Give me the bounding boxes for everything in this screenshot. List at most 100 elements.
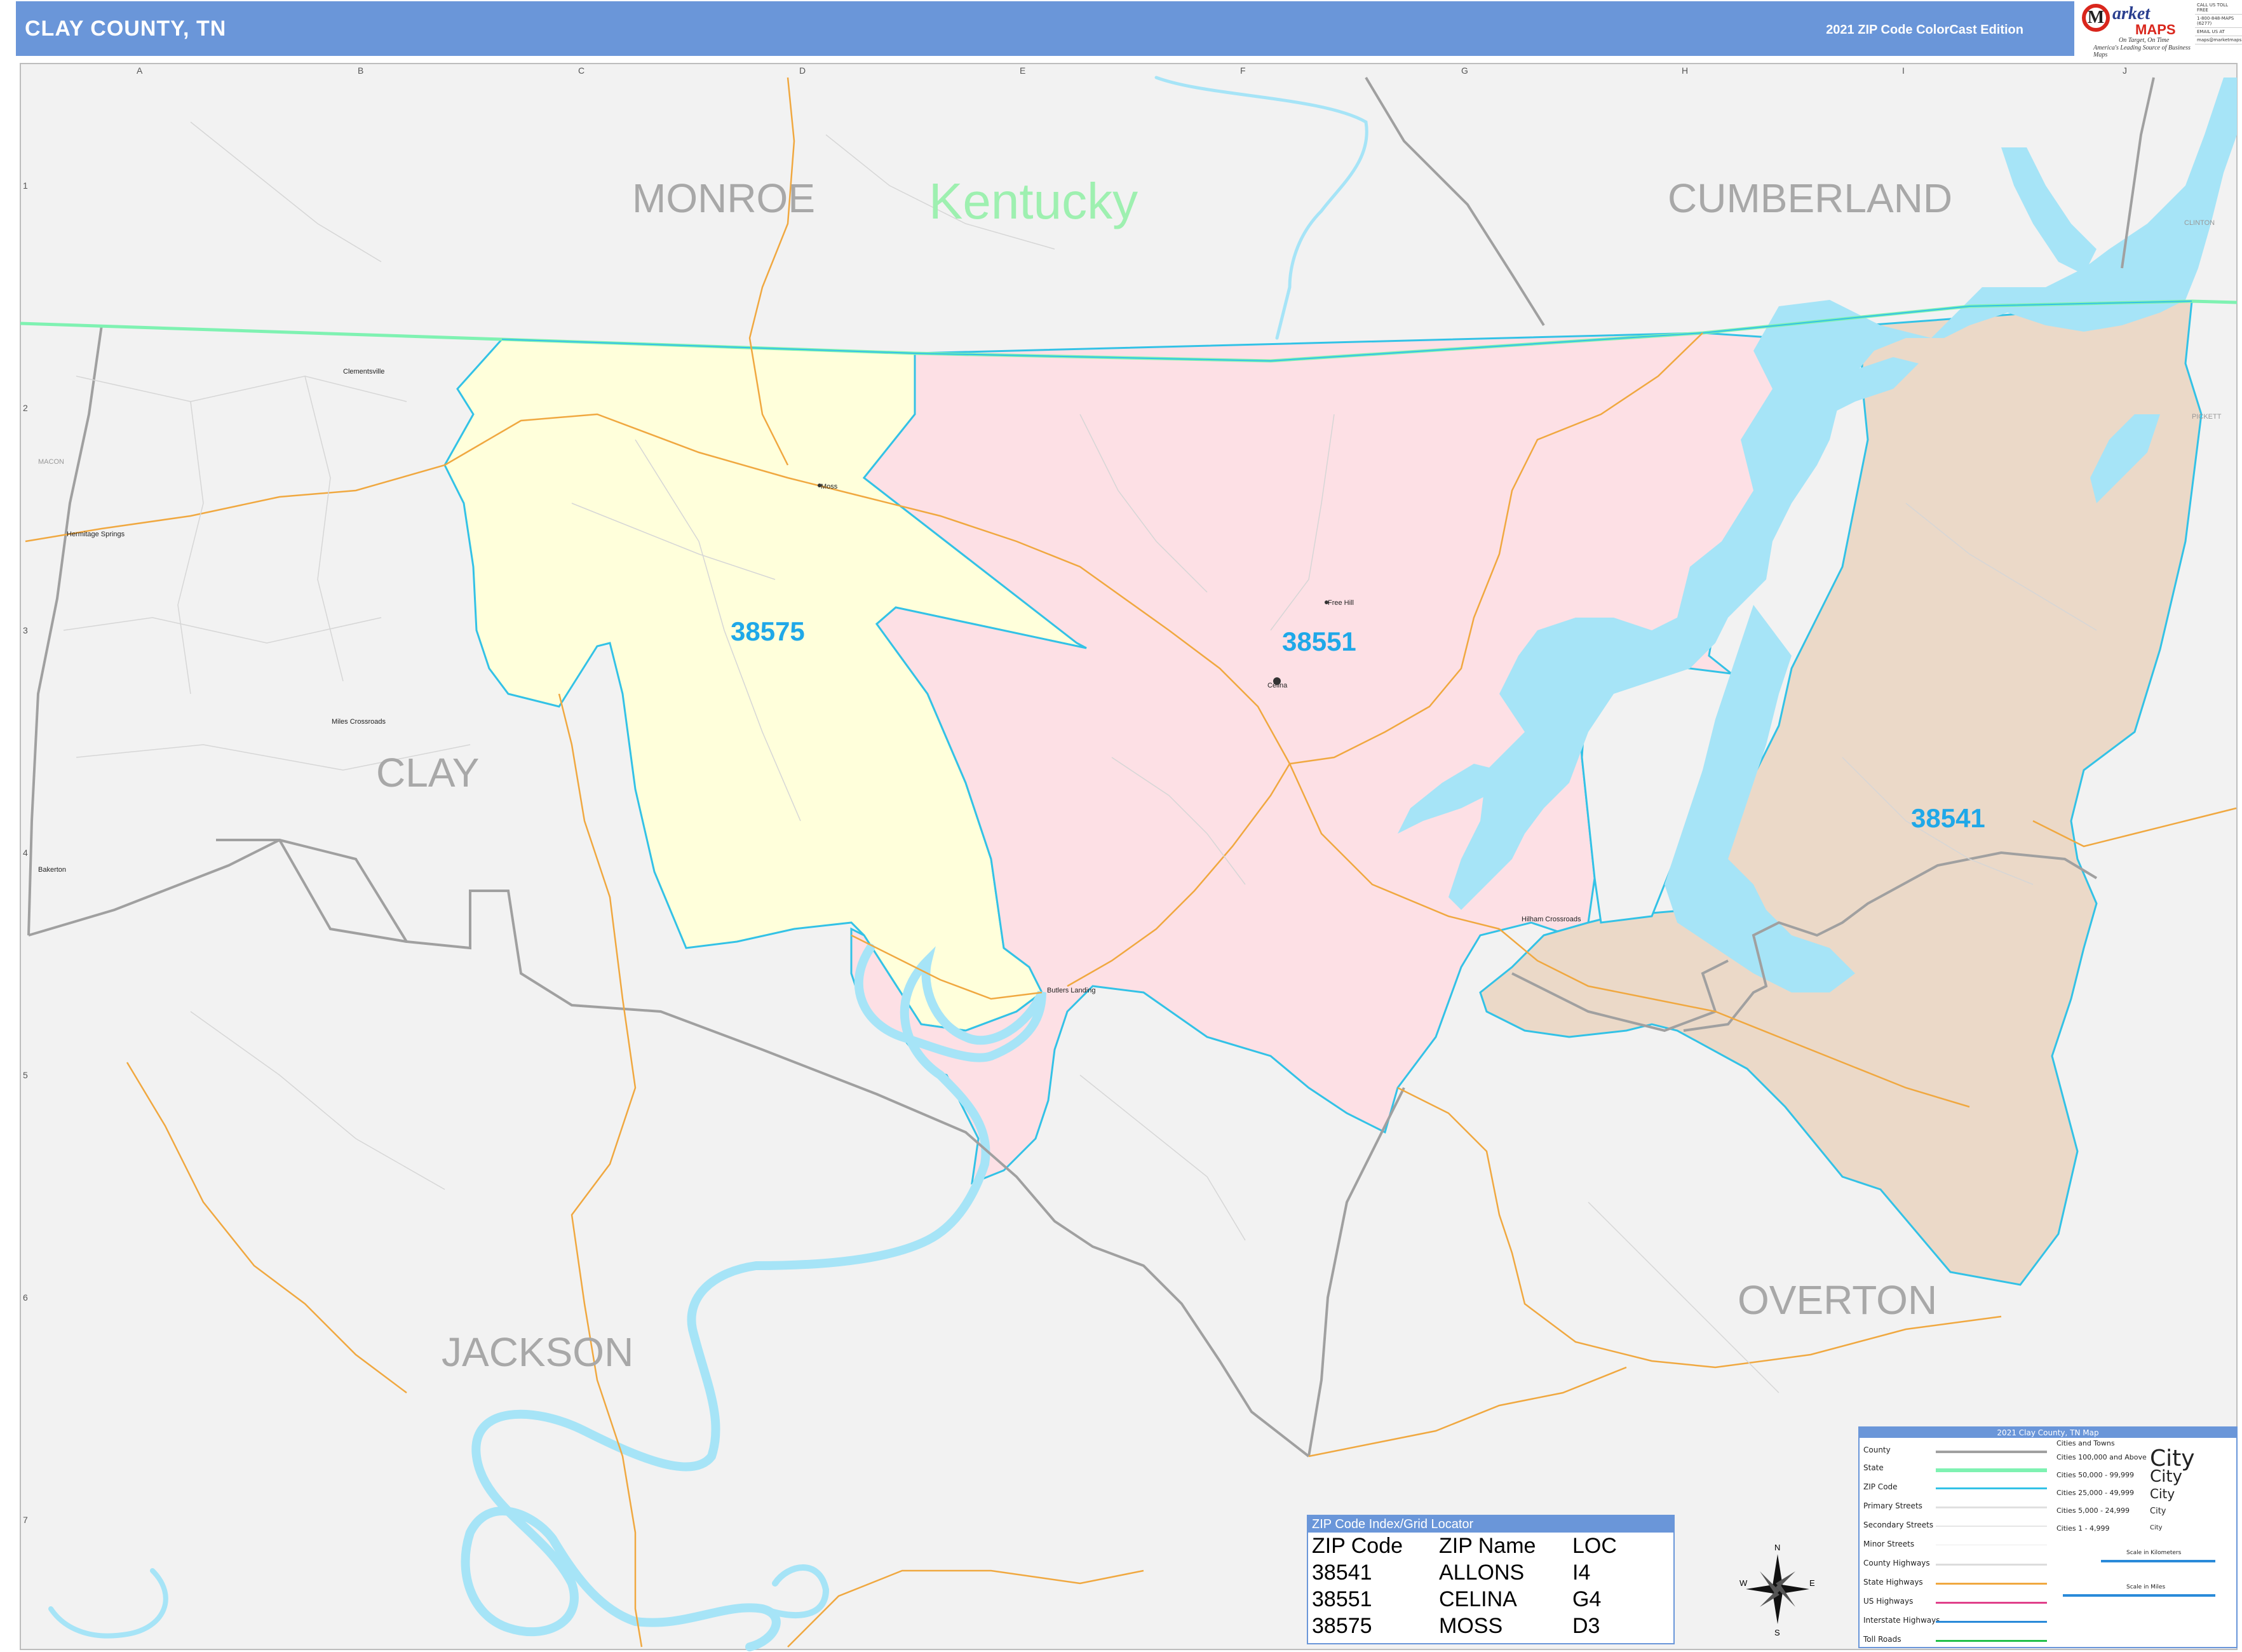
legend-cities-header: Cities and Towns (2056, 1439, 2115, 1447)
grid-row-label: 7 (23, 1515, 28, 1525)
place-label: Bakerton (38, 866, 66, 874)
legend-city-row: Cities 1 - 4,999 (2056, 1524, 2110, 1533)
contact-line: CALL US TOLL FREE (2195, 1, 2242, 15)
grid-row-label: 1 (23, 180, 28, 191)
zip-index-header: LOC (1572, 1533, 1617, 1558)
grid-col-label: F (1240, 65, 1246, 76)
town-dot (1325, 600, 1328, 604)
zip-index-header: ZIP Name (1439, 1533, 1536, 1558)
contact-box: CALL US TOLL FREE 1-800-848-MAPS (6277) … (2195, 1, 2242, 55)
legend-item: State (1863, 1463, 1884, 1472)
grid-row-label: 6 (23, 1292, 28, 1303)
grid-col-label: E (1020, 65, 1025, 76)
map-area[interactable]: A B C D E F G H I J 1 2 3 4 5 6 7 Kentuc… (0, 58, 2242, 1652)
legend-city-row: Cities 5,000 - 24,999 (2056, 1506, 2130, 1515)
legend-swatch-toll (1936, 1640, 2047, 1642)
county-label-cumberland: CUMBERLAND (1668, 175, 1952, 221)
legend-swatch-state (1936, 1468, 2047, 1472)
grid-col-label: B (358, 65, 363, 76)
legend-city-sample: City (2150, 1486, 2175, 1501)
place-label: Hilham Crossroads (1522, 916, 1581, 923)
legend-item: Interstate Highways (1863, 1616, 1940, 1625)
county-label-monroe: MONROE (632, 175, 815, 221)
legend-title: 2021 Clay County, TN Map (1860, 1428, 2236, 1438)
legend-item: Primary Streets (1863, 1501, 1922, 1510)
grid-col-label: C (578, 65, 584, 76)
place-label: Hermitage Springs (67, 531, 125, 538)
place-label: Clementsville (343, 368, 384, 376)
legend-city-sample: City (2150, 1467, 2182, 1486)
county-label-clay: CLAY (376, 750, 479, 796)
grid-row-label: 5 (23, 1070, 28, 1080)
grid-col-label: I (1902, 65, 1905, 76)
legend-swatch-county (1936, 1451, 2047, 1453)
contact-line: 1-800-848-MAPS (6277) (2195, 15, 2242, 28)
compass-e: E (1809, 1578, 1815, 1588)
legend-item: Minor Streets (1863, 1540, 1915, 1548)
legend-item: ZIP Code (1863, 1482, 1898, 1491)
legend-item: County (1863, 1446, 1891, 1454)
grid-col-label: A (137, 65, 143, 76)
legend-scale-mi: Scale in Miles (2126, 1584, 2166, 1590)
state-label-kentucky: Kentucky (929, 173, 1138, 229)
table-row[interactable]: 38541 ALLONS I4 (1312, 1559, 1661, 1586)
zip-label-38575[interactable]: 38575 (731, 616, 805, 646)
grid-col-label: D (799, 65, 806, 76)
grid-col-label: G (1461, 65, 1468, 76)
zip-index-title: ZIP Code Index/Grid Locator (1308, 1516, 1673, 1533)
compass-n: N (1774, 1543, 1780, 1552)
table-row[interactable]: 38551 CELINA G4 (1312, 1586, 1661, 1613)
legend-item: Secondary Streets (1863, 1520, 1934, 1529)
legend-swatch-primary (1936, 1506, 2047, 1508)
grid-row-label: 2 (23, 403, 28, 413)
compass-w: W (1739, 1578, 1748, 1588)
zip-loc-cell: I4 (1572, 1560, 1591, 1585)
table-row[interactable]: 38575 MOSS D3 (1312, 1613, 1661, 1639)
map-canvas[interactable]: A B C D E F G H I J 1 2 3 4 5 6 7 Kentuc… (0, 58, 2242, 1652)
market-maps-logo[interactable]: M arket MAPS On Target, On Time America'… (2074, 1, 2195, 58)
zip-loc-cell: D3 (1572, 1613, 1600, 1638)
place-label: Miles Crossroads (332, 718, 386, 726)
town-dot (818, 484, 821, 487)
legend-city-row: Cities 100,000 and Above (2056, 1453, 2147, 1461)
zip-code-index: ZIP Code Index/Grid Locator ZIP Code ZIP… (1307, 1515, 1675, 1644)
legend-item: County Highways (1863, 1559, 1930, 1567)
legend-item: Toll Roads (1863, 1635, 1901, 1644)
zip-name-cell: MOSS (1439, 1613, 1503, 1638)
grid-row-label: 3 (23, 625, 28, 635)
place-label: Butlers Landing (1047, 987, 1095, 994)
legend-swatch-state-hwy (1936, 1583, 2047, 1585)
zip-loc-cell: G4 (1572, 1587, 1602, 1611)
legend-city-sample: City (2150, 1506, 2166, 1516)
zip-cell: 38551 (1312, 1587, 1372, 1611)
edition-label: 2021 ZIP Code ColorCast Edition (1826, 23, 2023, 37)
zip-name-cell: CELINA (1439, 1587, 1517, 1611)
contact-line: maps@marketmaps.com (2195, 36, 2242, 44)
zip-index-table: ZIP Code ZIP Name LOC 38541 ALLONS I4 38… (1312, 1533, 1661, 1639)
place-label: MACON (38, 458, 64, 466)
grid-col-label: H (1682, 65, 1688, 76)
county-label-jackson: JACKSON (442, 1329, 633, 1375)
zip-cell: 38575 (1312, 1613, 1372, 1638)
logo-name-bottom: MAPS (2135, 22, 2176, 37)
scale-bar-mi (2063, 1594, 2215, 1597)
legend-city-row: Cities 50,000 - 99,999 (2056, 1471, 2135, 1479)
legend-swatch-interstate (1936, 1621, 2047, 1623)
zip-label-38541[interactable]: 38541 (1911, 803, 1985, 833)
zip-label-38551[interactable]: 38551 (1282, 626, 1356, 656)
compass-rose-icon: N S E W (1739, 1541, 1816, 1637)
zip-name-cell: ALLONS (1439, 1560, 1525, 1585)
map-legend: 2021 Clay County, TN Map County State ZI… (1858, 1426, 2238, 1648)
logo-tagline: On Target, On Time (2119, 37, 2170, 44)
legend-swatch-secondary (1936, 1526, 2047, 1527)
legend-scale-km: Scale in Kilometers (2126, 1550, 2182, 1556)
legend-city-sample: City (2150, 1524, 2163, 1531)
zip-index-header: ZIP Code (1312, 1533, 1403, 1558)
map-title: CLAY COUNTY, TN (25, 17, 227, 41)
scale-bar-km (2101, 1560, 2215, 1562)
town-dot (1273, 677, 1281, 685)
place-label: Moss (821, 483, 838, 491)
legend-swatch-county-hwy (1936, 1564, 2047, 1566)
grid-col-label: J (2123, 65, 2127, 76)
county-label-overton: OVERTON (1738, 1277, 1937, 1323)
